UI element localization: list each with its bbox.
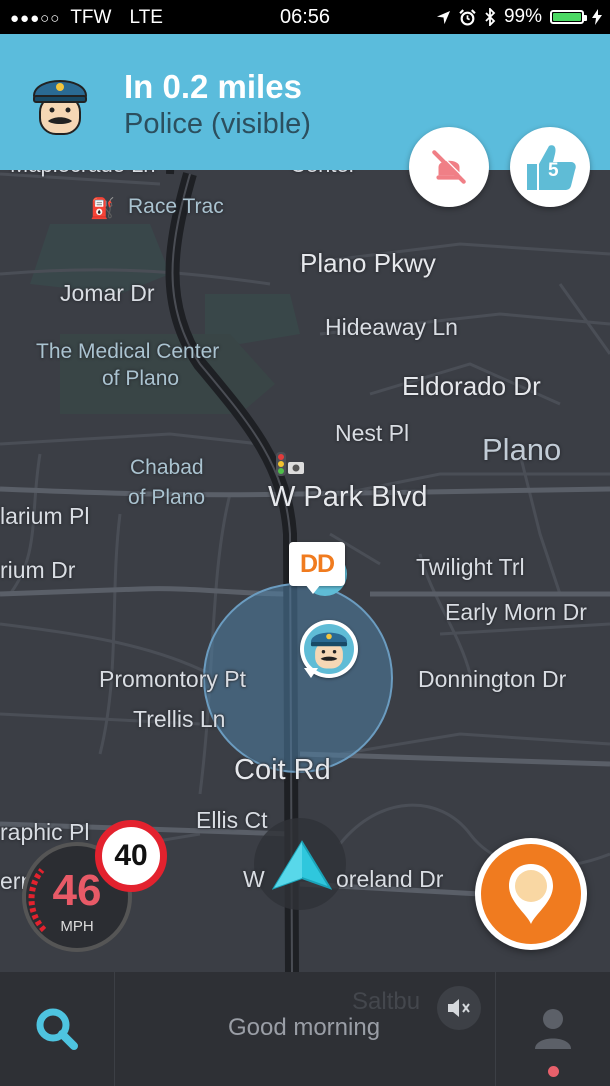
search-icon [36, 1008, 78, 1050]
map-label-trellis-ln: Trellis Ln [133, 706, 226, 732]
dunkin-map-pin[interactable]: DD [289, 542, 355, 602]
alert-distance: In 0.2 miles [124, 68, 302, 105]
waze-navigation-screen: ●●●○○ TFW LTE 06:56 99% ⛽ Race Trac Plan… [0, 0, 610, 1086]
report-pin-icon [509, 864, 553, 924]
map-label-hideaway-ln: Hideaway Ln [325, 314, 458, 340]
map-label-partial: larium Pl [0, 503, 90, 529]
speed-limit-sign: 40 [95, 820, 167, 892]
not-there-icon [432, 149, 467, 184]
map-label-ellis-ct: Ellis Ct [196, 807, 268, 833]
map-label-medical-center: of Plano [102, 367, 180, 390]
alert-type: Police (visible) [124, 108, 311, 140]
status-bar: ●●●○○ TFW LTE 06:56 99% [0, 0, 610, 34]
map-label-moreland-dr: oreland Dr [336, 866, 444, 892]
traffic-camera-icon [276, 452, 304, 476]
search-button[interactable] [0, 972, 115, 1086]
notification-dot [548, 1066, 559, 1077]
status-bar-right: 99% [436, 6, 602, 28]
gas-station-icon: ⛽ [90, 198, 115, 220]
map-label-chabad: of Plano [128, 486, 206, 509]
map-label-donnington-dr: Donnington Dr [418, 666, 567, 692]
speed-unit: MPH [60, 918, 94, 935]
map-label-promontory-pt: Promontory Pt [99, 666, 246, 692]
map-label-chabad: Chabad [130, 456, 204, 479]
report-button[interactable] [475, 838, 587, 950]
current-position-arrow-icon [272, 840, 332, 890]
map-label-jomar-dr: Jomar Dr [60, 280, 155, 306]
thumbs-up-icon: 5 [523, 142, 577, 192]
map-label-plano-pkwy: Plano Pkwy [300, 248, 436, 278]
police-map-pin[interactable] [300, 620, 362, 682]
map-label-twilight-trl: Twilight Trl [416, 554, 525, 580]
greeting-text: Good morning [227, 1014, 381, 1041]
alarm-icon [459, 8, 476, 25]
battery-icon [550, 10, 587, 24]
map-label-partial: Saltbu [352, 988, 421, 1015]
battery-percent: 99% [503, 6, 542, 27]
map-label-race-trac: Race Trac [128, 195, 224, 218]
map-label-medical-center: The Medical Center [36, 340, 220, 363]
dunkin-logo: DD [299, 549, 335, 578]
map-label-partial: rium Dr [0, 557, 76, 583]
not-there-button[interactable] [409, 127, 489, 207]
map-label-w-park-blvd: W Park Blvd [268, 481, 428, 513]
sound-muted-icon [448, 999, 470, 1017]
map-label-eldorado-dr: Eldorado Dr [402, 371, 541, 401]
bluetooth-icon [485, 8, 496, 26]
map-label-early-morn-dr: Early Morn Dr [445, 599, 587, 625]
sound-mute-button[interactable] [437, 986, 481, 1030]
thumbs-up-button[interactable]: 5 [510, 127, 590, 207]
profile-icon [535, 1009, 571, 1049]
location-arrow-icon [436, 10, 451, 24]
map-label-coit-rd: Coit Rd [234, 754, 331, 786]
map-label-nest-pl: Nest Pl [335, 420, 410, 446]
bottom-bar: Good morning [0, 972, 610, 1086]
police-officer-icon [304, 624, 354, 674]
battery-level [553, 13, 581, 21]
thanks-count: 5 [548, 160, 559, 181]
police-officer-icon [32, 80, 88, 135]
map-label-plano: Plano [482, 432, 562, 467]
charging-icon [592, 9, 602, 25]
map-label-moreland-dr: W [243, 866, 265, 892]
